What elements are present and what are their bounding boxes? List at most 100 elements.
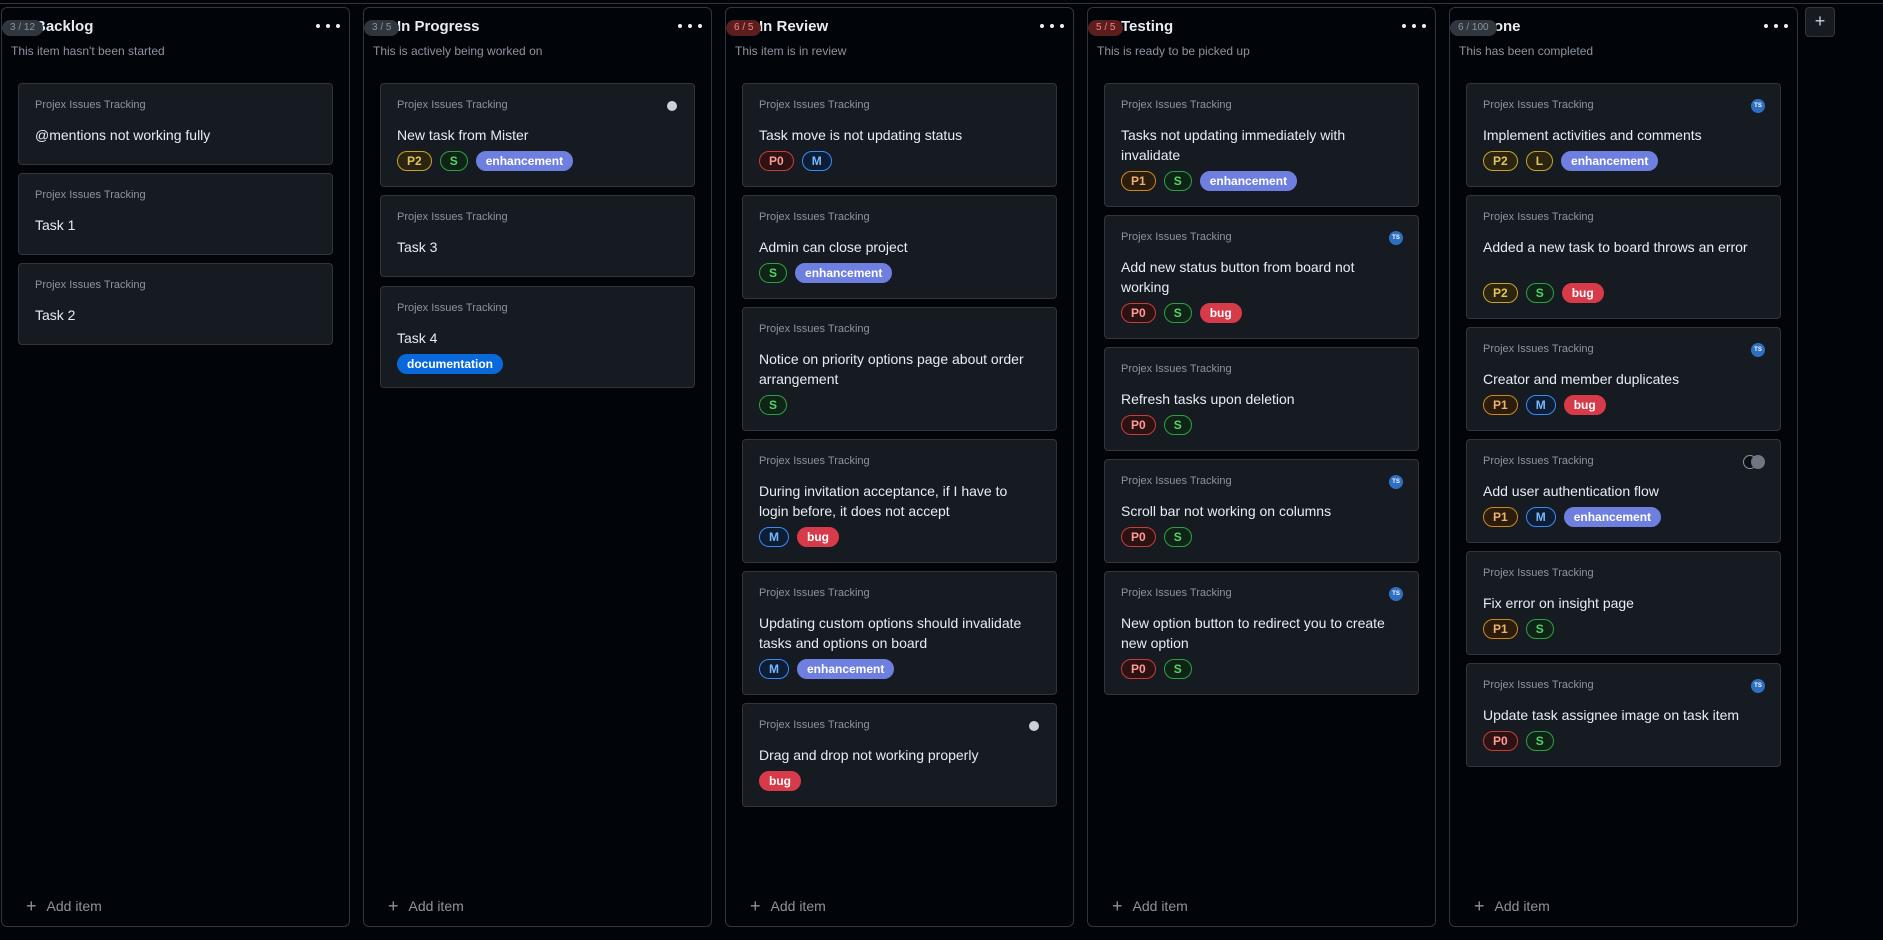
card-title: Refresh tasks upon deletion: [1121, 391, 1295, 407]
task-card[interactable]: Projex Issues Tracking Task 2: [18, 263, 333, 345]
add-item-button[interactable]: + Add item: [1474, 896, 1550, 916]
task-card[interactable]: Projex Issues Tracking Creator and member…: [1466, 327, 1781, 431]
tag-s: S: [439, 151, 468, 171]
task-card[interactable]: Projex Issues Tracking Drag and drop not …: [742, 703, 1057, 807]
plus-icon: +: [1474, 896, 1485, 916]
card-title: New task from Mister: [397, 127, 529, 143]
card-tags: P1 Menhancement: [1483, 507, 1662, 527]
task-card[interactable]: Projex Issues Tracking Tasks not updating…: [1104, 83, 1419, 207]
task-card[interactable]: Projex Issues Tracking Added a new task t…: [1466, 195, 1781, 319]
assignee-avatar: TS: [1751, 99, 1765, 113]
card-project-name: Projex Issues Tracking: [397, 302, 508, 314]
column-in-progress: In Progress 3 / 5 This is actively being w…: [363, 7, 712, 927]
more-dot-icon: [698, 24, 702, 28]
card-project-name: Projex Issues Tracking: [1483, 567, 1594, 579]
card-tags: Mbug: [759, 527, 839, 547]
add-item-button[interactable]: + Add item: [26, 896, 102, 916]
card-project-name: Projex Issues Tracking: [1483, 679, 1594, 691]
card-tags: P0 S: [1121, 415, 1192, 435]
tag-m: M: [759, 527, 789, 547]
column-menu-button[interactable]: [316, 16, 340, 36]
tag-p0: P0: [1483, 731, 1518, 751]
add-item-label: Add item: [46, 898, 102, 914]
tag-l: L: [1525, 151, 1554, 171]
assignee-avatars: [1743, 455, 1765, 469]
kanban-board: Backlog 3 / 12 This item hasn't been start…: [0, 0, 1883, 940]
column-menu-button[interactable]: [678, 16, 702, 36]
card-title: Task 1: [35, 217, 76, 233]
task-card[interactable]: Projex Issues Tracking Refresh tasks upon…: [1104, 347, 1419, 451]
column-menu-button[interactable]: [1402, 16, 1426, 36]
column-description: This is ready to be picked up: [1097, 44, 1250, 58]
assignee-avatar: [665, 99, 679, 113]
card-title: @mentions not working fully: [35, 127, 211, 143]
more-dot-icon: [1040, 24, 1044, 28]
task-card[interactable]: Projex Issues Tracking Task move is not u…: [742, 83, 1057, 187]
card-tags: S: [759, 395, 788, 415]
task-card[interactable]: Projex Issues Tracking Implement activiti…: [1466, 83, 1781, 187]
assignee-avatar: TS: [1751, 343, 1765, 357]
task-card[interactable]: Projex Issues Tracking Updating custom op…: [742, 571, 1057, 695]
tag-enhancement: enhancement: [797, 659, 895, 679]
card-project-name: Projex Issues Tracking: [1121, 231, 1232, 243]
tag-s: S: [759, 263, 788, 283]
task-card[interactable]: Projex Issues Tracking During invitation …: [742, 439, 1057, 563]
tag-documentation: documentation: [397, 354, 503, 374]
assignee-avatar: TS: [1751, 679, 1765, 693]
card-project-name: Projex Issues Tracking: [759, 323, 870, 335]
column-header: In Progress 3 / 5 This is actively being w…: [364, 8, 711, 68]
task-card[interactable]: Projex Issues Tracking New option button …: [1104, 571, 1419, 695]
more-dot-icon: [1774, 24, 1778, 28]
column-description: This item hasn't been started: [11, 44, 165, 58]
more-dot-icon: [316, 24, 320, 28]
add-item-button[interactable]: + Add item: [1112, 896, 1188, 916]
tag-s: S: [1163, 415, 1192, 435]
task-card[interactable]: Projex Issues Tracking Add new status but…: [1104, 215, 1419, 339]
plus-icon: +: [1112, 896, 1123, 916]
task-card[interactable]: Projex Issues Tracking Fix error on insig…: [1466, 551, 1781, 655]
assignee-avatar: TS: [1389, 587, 1403, 601]
task-card[interactable]: Projex Issues Tracking Task 1: [18, 173, 333, 255]
tag-s: S: [1525, 731, 1554, 751]
task-card[interactable]: Projex Issues Tracking Notice on priority…: [742, 307, 1057, 431]
column-header: Testing 5 / 5 This is ready to be picked u…: [1088, 8, 1435, 68]
item-count-badge: 5 / 5: [1088, 20, 1124, 36]
task-card[interactable]: Projex Issues Tracking @mentions not work…: [18, 83, 333, 165]
item-count-badge: 6 / 5: [726, 20, 762, 36]
column-menu-button[interactable]: [1764, 16, 1788, 36]
item-count-badge: 3 / 12: [2, 20, 44, 36]
card-tags: Senhancement: [759, 263, 893, 283]
tag-p0: P0: [1121, 415, 1156, 435]
add-item-button[interactable]: + Add item: [388, 896, 464, 916]
card-tags: bug: [759, 771, 801, 791]
task-card[interactable]: Projex Issues Tracking Update task assign…: [1466, 663, 1781, 767]
card-title: Task 2: [35, 307, 76, 323]
card-title: During invitation acceptance, if I have …: [759, 483, 1008, 519]
top-divider: [0, 0, 1883, 4]
add-item-label: Add item: [1132, 898, 1188, 914]
plus-icon: +: [26, 896, 37, 916]
add-column-button[interactable]: +: [1805, 7, 1835, 37]
task-card[interactable]: Projex Issues Tracking New task from Mist…: [380, 83, 695, 187]
column-menu-button[interactable]: [1040, 16, 1064, 36]
card-tags: P1 S: [1483, 619, 1554, 639]
tag-m: M: [1525, 395, 1556, 415]
add-item-button[interactable]: + Add item: [750, 897, 826, 915]
more-dot-icon: [1402, 24, 1406, 28]
tag-p2: P2: [1483, 283, 1518, 303]
card-project-name: Projex Issues Tracking: [759, 587, 870, 599]
task-card[interactable]: Projex Issues Tracking Task 4 documentatio…: [380, 286, 695, 388]
plus-icon: +: [388, 896, 399, 916]
card-title: Notice on priority options page about or…: [759, 351, 1024, 387]
task-card[interactable]: Projex Issues Tracking Admin can close pr…: [742, 195, 1057, 299]
task-card[interactable]: Projex Issues Tracking Add user authentic…: [1466, 439, 1781, 543]
task-card[interactable]: Projex Issues Tracking Scroll bar not wor…: [1104, 459, 1419, 563]
card-project-name: Projex Issues Tracking: [1483, 99, 1594, 111]
card-project-name: Projex Issues Tracking: [759, 211, 870, 223]
task-card[interactable]: Projex Issues Tracking Task 3: [380, 195, 695, 277]
card-project-name: Projex Issues Tracking: [759, 719, 870, 731]
column-header: In Review 6 / 5 This item is in review: [726, 8, 1073, 68]
card-project-name: Projex Issues Tracking: [35, 189, 146, 201]
card-title: Update task assignee image on task item: [1483, 707, 1740, 723]
tag-p0: P0: [1121, 303, 1156, 323]
